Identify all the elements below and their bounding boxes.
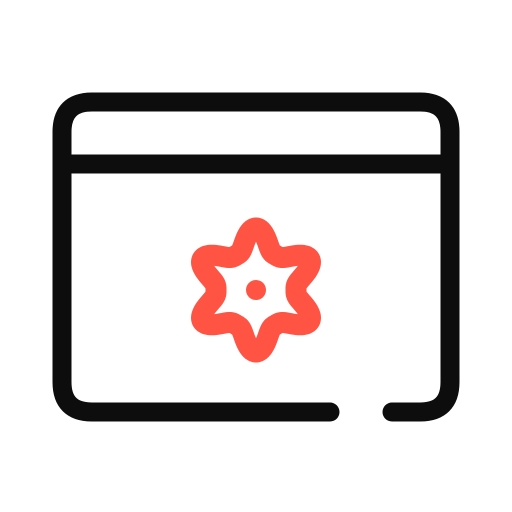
icon-canvas	[0, 0, 512, 512]
gear-center-dot	[246, 280, 266, 300]
browser-window-settings-icon	[52, 92, 460, 422]
browser-window-icon	[52, 92, 460, 422]
window-frame	[52, 92, 460, 422]
gear-icon	[191, 217, 321, 363]
